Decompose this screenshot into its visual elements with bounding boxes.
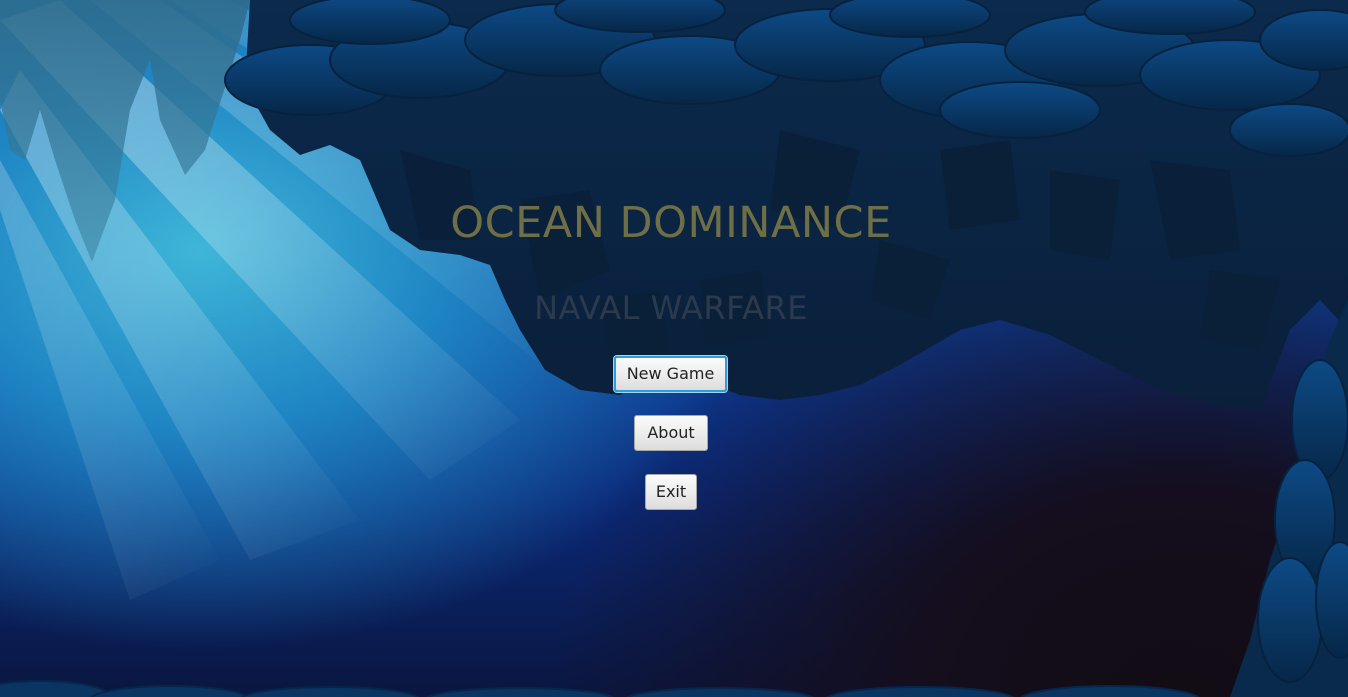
about-button[interactable]: About — [634, 415, 708, 451]
underwater-scene: OCEAN DOMINANCE NAVAL WARFARE New Game A… — [0, 0, 1348, 697]
sea-floor — [0, 680, 1200, 697]
new-game-button[interactable]: New Game — [614, 356, 727, 392]
exit-button[interactable]: Exit — [645, 474, 697, 510]
underwater-cave-background — [0, 0, 1348, 697]
